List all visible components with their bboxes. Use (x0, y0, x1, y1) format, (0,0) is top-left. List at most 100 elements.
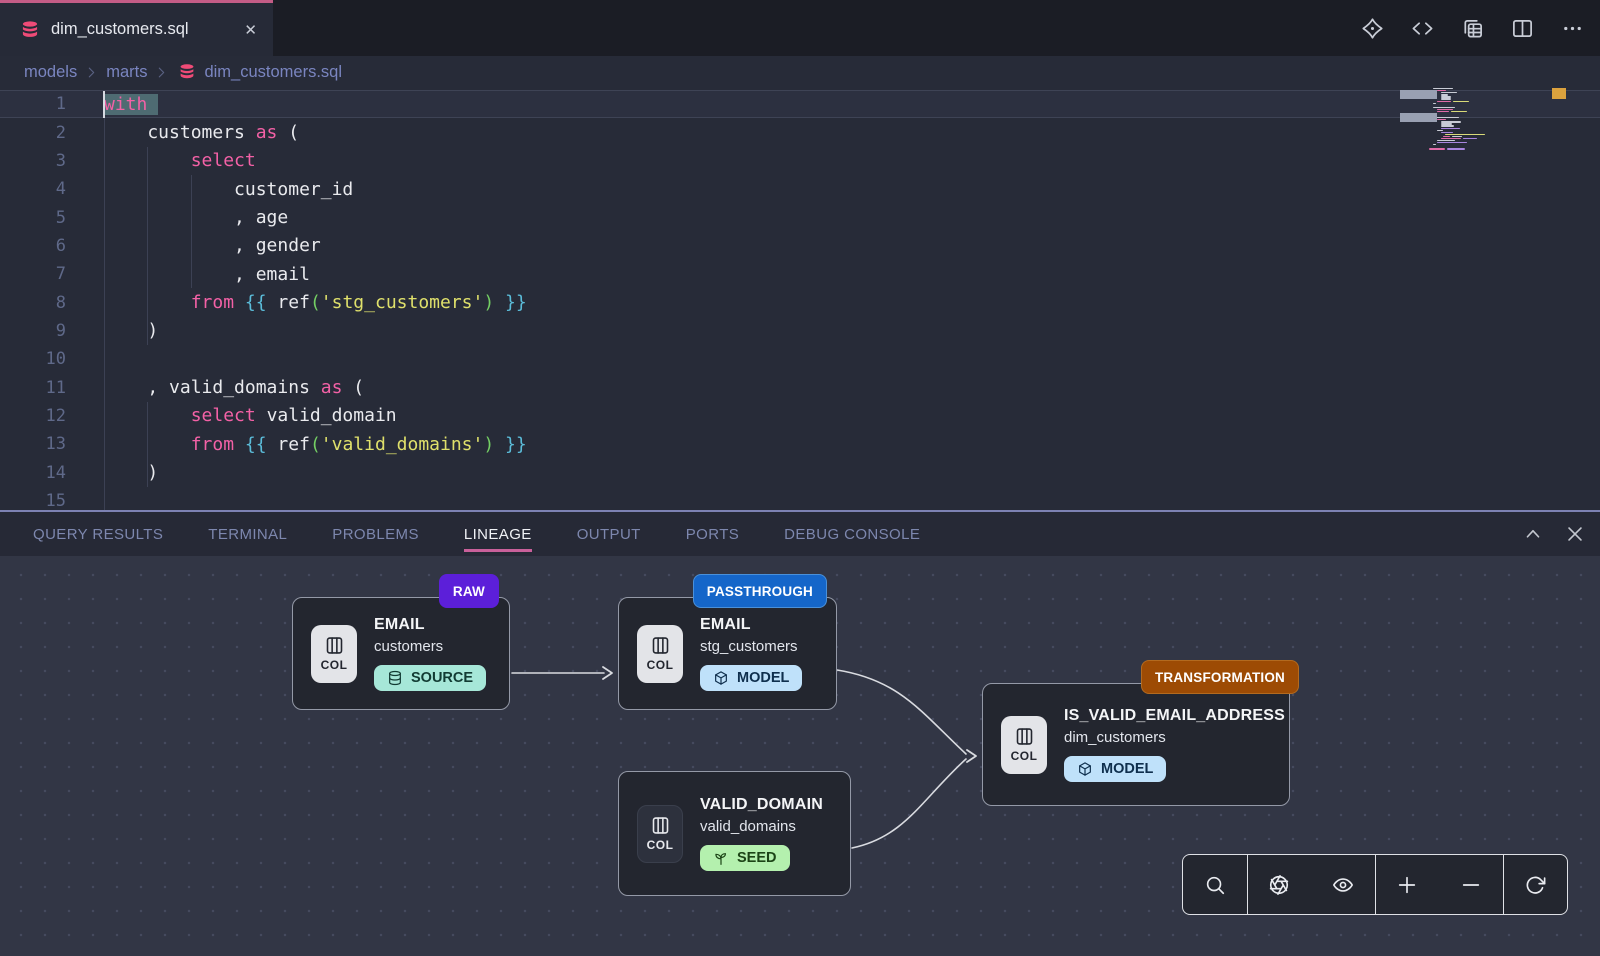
text-cursor (103, 91, 105, 118)
line-number: 11 (0, 378, 66, 398)
node-subtitle: stg_customers (700, 638, 802, 655)
node-title: EMAIL (700, 616, 802, 634)
pill-label: MODEL (1101, 761, 1153, 777)
seedling-icon (713, 850, 729, 866)
code-line-6[interactable]: 6 , gender (0, 232, 1600, 260)
breadcrumb-file[interactable]: dim_customers.sql (204, 63, 342, 82)
columns-icon (324, 635, 345, 656)
columns-icon (650, 635, 671, 656)
indent-guide (104, 118, 105, 510)
code-icon[interactable] (1411, 17, 1434, 40)
snapshot-button[interactable] (1248, 855, 1312, 914)
lineage-node-customers[interactable]: RAWCOLEMAILcustomersSOURCE (292, 597, 510, 710)
code-line-4[interactable]: 4 customer_id (0, 175, 1600, 203)
code-line-9[interactable]: 9 ) (0, 317, 1600, 345)
node-badge: PASSTHROUGH (693, 574, 827, 608)
panel-tab-query-results[interactable]: QUERY RESULTS (33, 526, 163, 543)
minimap-marker (1400, 113, 1437, 122)
columns-icon (1014, 726, 1035, 747)
panel-tab-bar: QUERY RESULTS TERMINAL PROBLEMS LINEAGE OUTP… (0, 512, 1600, 556)
code-line-3[interactable]: 3 select (0, 147, 1600, 175)
lineage-canvas[interactable]: RAWCOLEMAILcustomersSOURCEPASSTHROUGHCOL… (0, 556, 1600, 956)
close-tab-icon[interactable]: ✕ (244, 21, 257, 39)
indent-guide (147, 147, 148, 345)
ellipsis-icon[interactable] (1561, 17, 1584, 40)
pill-label: SOURCE (411, 670, 473, 686)
scrollbar-marker (1552, 88, 1566, 99)
code-line-1[interactable]: 1with (0, 90, 1600, 118)
cube-icon (1077, 761, 1093, 777)
tab-bar: dim_customers.sql ✕ (0, 0, 1600, 56)
breadcrumb-models[interactable]: models (24, 63, 77, 82)
app-window: dim_customers.sql ✕ models marts dim_cus… (0, 0, 1600, 956)
code-editor[interactable]: 1with2 customers as (3 select4 customer_… (0, 88, 1600, 510)
zoom-in-button[interactable] (1376, 855, 1440, 914)
column-chip-label: COL (647, 838, 674, 852)
line-number: 14 (0, 463, 66, 483)
column-chip: COL (311, 625, 357, 683)
line-number: 15 (0, 491, 66, 510)
split-icon[interactable] (1511, 17, 1534, 40)
plus-icon (1396, 874, 1418, 896)
code-text: , email (66, 264, 310, 285)
code-line-10[interactable]: 10 (0, 345, 1600, 373)
line-number: 2 (0, 123, 66, 143)
node-type-pill: MODEL (1064, 756, 1166, 782)
panel-tab-lineage[interactable]: LINEAGE (464, 526, 532, 543)
code-line-7[interactable]: 7 , email (0, 260, 1600, 288)
search-button[interactable] (1183, 855, 1247, 914)
column-chip: COL (637, 625, 683, 683)
lineage-node-stg_customers[interactable]: PASSTHROUGHCOLEMAILstg_customersMODEL (618, 597, 837, 710)
minus-icon (1460, 874, 1482, 896)
tab-dim-customers[interactable]: dim_customers.sql ✕ (0, 0, 273, 56)
visibility-button[interactable] (1311, 855, 1375, 914)
panel-tab-debug-console[interactable]: DEBUG CONSOLE (784, 526, 920, 543)
code-text: with (66, 94, 158, 115)
code-line-12[interactable]: 12 select valid_domain (0, 402, 1600, 430)
panel-tab-ports[interactable]: PORTS (686, 526, 739, 543)
dbt-icon[interactable] (1361, 17, 1384, 40)
node-type-pill: SEED (700, 845, 790, 871)
indent-guide (191, 175, 192, 288)
node-type-pill: MODEL (700, 665, 802, 691)
code-line-11[interactable]: 11 , valid_domains as ( (0, 373, 1600, 401)
chevron-up-icon[interactable] (1522, 523, 1544, 545)
line-number: 10 (0, 349, 66, 369)
node-badge: RAW (439, 574, 499, 608)
aperture-icon (1268, 874, 1290, 896)
panel-actions (1522, 512, 1586, 556)
lineage-node-valid_domains[interactable]: COLVALID_DOMAINvalid_domainsSEED (618, 771, 851, 896)
panel-tab-output[interactable]: OUTPUT (577, 526, 641, 543)
line-number: 8 (0, 293, 66, 313)
minimap-marker (1400, 90, 1437, 99)
code-line-14[interactable]: 14 ) (0, 458, 1600, 486)
database-icon (178, 63, 196, 81)
code-text: customer_id (66, 179, 353, 200)
code-line-5[interactable]: 5 , age (0, 203, 1600, 231)
code-line-15[interactable]: 15 (0, 487, 1600, 510)
breadcrumb-marts[interactable]: marts (106, 63, 147, 82)
code-line-8[interactable]: 8 from {{ ref('stg_customers') }} (0, 288, 1600, 316)
column-chip-label: COL (647, 658, 674, 672)
pill-label: SEED (737, 850, 777, 866)
line-number: 12 (0, 406, 66, 426)
close-panel-icon[interactable] (1564, 523, 1586, 545)
refresh-button[interactable] (1504, 855, 1568, 914)
code-text: ) (66, 320, 158, 341)
node-subtitle: valid_domains (700, 818, 823, 835)
panel-tab-problems[interactable]: PROBLEMS (332, 526, 419, 543)
panel-tab-terminal[interactable]: TERMINAL (208, 526, 287, 543)
node-badge: TRANSFORMATION (1141, 660, 1299, 694)
node-type-pill: SOURCE (374, 665, 486, 691)
indent-guide (147, 402, 148, 487)
line-number: 5 (0, 208, 66, 228)
node-title: EMAIL (374, 616, 486, 634)
code-text: from {{ ref('stg_customers') }} (66, 292, 527, 313)
zoom-out-button[interactable] (1439, 855, 1503, 914)
line-number: 1 (0, 94, 66, 114)
code-line-2[interactable]: 2 customers as ( (0, 118, 1600, 146)
lineage-node-dim_customers[interactable]: TRANSFORMATIONCOLIS_VALID_EMAIL_ADDRESSd… (982, 683, 1290, 806)
table-copy-icon[interactable] (1461, 17, 1484, 40)
code-line-13[interactable]: 13 from {{ ref('valid_domains') }} (0, 430, 1600, 458)
minimap[interactable] (1427, 88, 1533, 172)
